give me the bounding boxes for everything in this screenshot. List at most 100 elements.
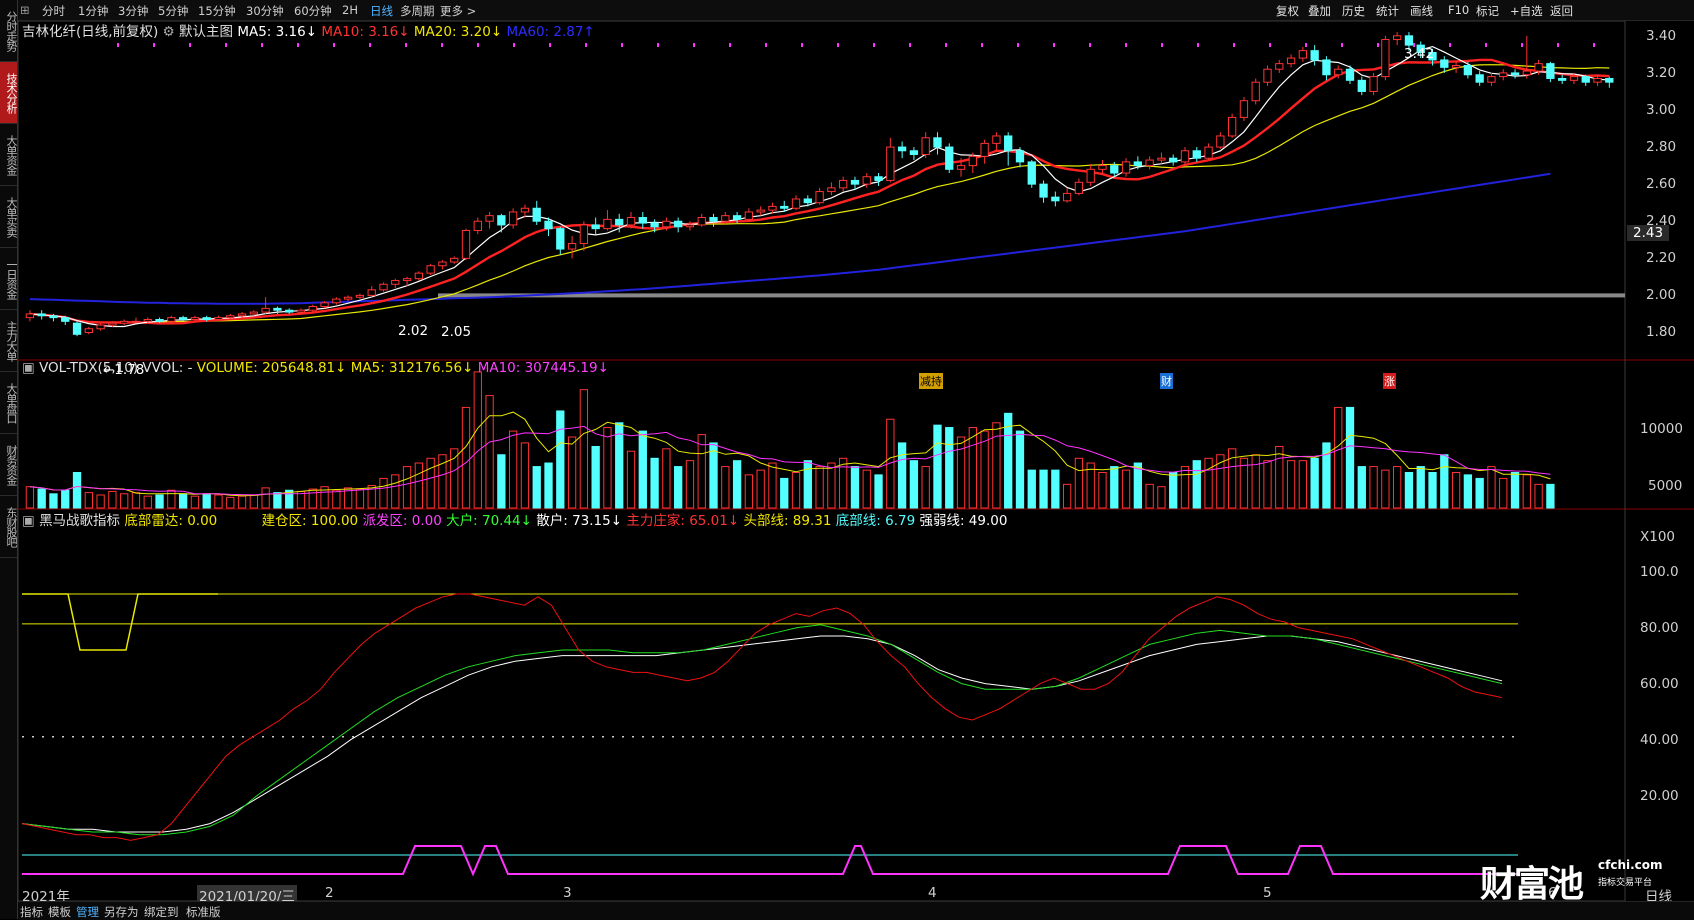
bottom-tab-4[interactable]: 绑定到 bbox=[144, 904, 179, 920]
indicator-settings-icon[interactable]: ▣ bbox=[22, 513, 35, 529]
sidebar-tab-0[interactable]: 分时走势 bbox=[0, 0, 18, 62]
candle-up bbox=[426, 265, 435, 274]
volume-bar bbox=[1263, 460, 1272, 509]
tool-button-5[interactable]: F10 bbox=[1448, 3, 1469, 17]
sidebar-tab-4[interactable]: 一日资金 bbox=[0, 248, 18, 310]
candle-down bbox=[497, 215, 506, 226]
tool-button-2[interactable]: 历史 bbox=[1342, 3, 1365, 19]
volume-bar bbox=[650, 457, 659, 509]
volume-bar bbox=[1286, 460, 1296, 509]
candle-up bbox=[1286, 57, 1296, 65]
bottom-tab-2[interactable]: 管理 bbox=[76, 904, 99, 920]
volume-bar bbox=[1004, 412, 1013, 509]
sidebar-tab-3[interactable]: 大单买卖 bbox=[0, 186, 18, 248]
tool-button-7[interactable]: +自选 bbox=[1510, 3, 1543, 19]
candle-up bbox=[980, 142, 989, 157]
sidebar-tab-8[interactable]: 东财股吧 bbox=[0, 496, 18, 558]
period-tab-3[interactable]: 5分钟 bbox=[158, 3, 188, 19]
volume-bar bbox=[1251, 454, 1260, 509]
watermark-url: cfchi.com bbox=[1598, 858, 1663, 872]
candle-up bbox=[1062, 192, 1072, 202]
sidebar-tab-1[interactable]: 技术分析 bbox=[0, 62, 18, 124]
sidebar-tab-5[interactable]: 主力大单 bbox=[0, 310, 18, 372]
current-price-tag: 2.43 bbox=[1627, 225, 1670, 241]
tool-button-4[interactable]: 画线 bbox=[1410, 3, 1433, 19]
candle-up bbox=[1487, 76, 1496, 83]
volume-bar bbox=[674, 466, 683, 509]
period-tab-7[interactable]: 2H bbox=[342, 3, 358, 17]
volume-bar bbox=[308, 488, 317, 509]
stock-title[interactable]: 吉林化纤(日线,前复权) bbox=[22, 24, 158, 40]
sidebar-tab-2[interactable]: 大单资金 bbox=[0, 124, 18, 186]
tool-button-8[interactable]: 返回 bbox=[1550, 3, 1573, 19]
sidebar-tab-7[interactable]: 财务资金 bbox=[0, 434, 18, 496]
high-price-label: 3.42 bbox=[1404, 46, 1435, 62]
period-tab-5[interactable]: 30分钟 bbox=[246, 3, 284, 19]
ind-big-holder-line bbox=[21, 624, 1503, 836]
collapse-icon[interactable]: ⊞ bbox=[20, 3, 30, 17]
bottom-tab-0[interactable]: 指标 bbox=[20, 904, 43, 920]
ind-main-force: 主力庄家: 65.01↓ bbox=[626, 513, 740, 529]
chart-area[interactable] bbox=[18, 21, 1694, 901]
settings-icon[interactable]: ⚙ bbox=[163, 24, 175, 40]
candle-up bbox=[96, 324, 105, 330]
candle-up bbox=[485, 215, 494, 222]
period-tab-8[interactable]: 日线 bbox=[370, 3, 393, 19]
candle-up bbox=[296, 309, 306, 313]
period-tab-2[interactable]: 3分钟 bbox=[118, 3, 148, 19]
volume-bar bbox=[1310, 457, 1319, 509]
event-marker-rise[interactable]: 涨 bbox=[1383, 373, 1396, 389]
volume-bar bbox=[1487, 466, 1496, 509]
volume-bar bbox=[1027, 469, 1036, 509]
candle-up bbox=[1157, 157, 1166, 161]
volume-bar bbox=[1510, 472, 1520, 509]
price-label-1: 2.02 bbox=[398, 323, 429, 339]
event-marker-reduce[interactable]: 减持 bbox=[919, 373, 943, 389]
volume-bar bbox=[1145, 483, 1154, 509]
ma60-value: MA60: 2.87↑ bbox=[506, 24, 595, 40]
period-tab-9[interactable]: 多周期 bbox=[400, 3, 435, 19]
candle-down bbox=[650, 222, 659, 228]
period-tab-1[interactable]: 1分钟 bbox=[78, 3, 108, 19]
indicator-axis-label: 60.00 bbox=[1640, 676, 1679, 692]
tool-button-1[interactable]: 叠加 bbox=[1308, 3, 1331, 19]
volume-bar bbox=[685, 460, 695, 509]
volume-bar bbox=[1404, 472, 1414, 509]
template-label[interactable]: 默认主图 bbox=[179, 24, 233, 40]
volume-bar bbox=[591, 445, 600, 509]
candle-down bbox=[1581, 76, 1590, 83]
candle-up bbox=[1334, 68, 1343, 76]
volume-bar bbox=[744, 474, 754, 509]
watermark-brand: 财富池 bbox=[1480, 864, 1584, 905]
bottom-tab-3[interactable]: 另存为 bbox=[104, 904, 139, 920]
support-line bbox=[438, 293, 1625, 298]
candle-up bbox=[108, 322, 117, 326]
period-tab-6[interactable]: 60分钟 bbox=[294, 3, 332, 19]
volume-bar bbox=[1133, 462, 1143, 509]
tool-button-3[interactable]: 统计 bbox=[1376, 3, 1399, 19]
candle-down bbox=[1357, 79, 1366, 92]
period-tab-0[interactable]: 分时 bbox=[42, 3, 65, 19]
tool-button-6[interactable]: 标记 bbox=[1476, 3, 1499, 19]
candle-down bbox=[1133, 161, 1143, 167]
bottom-tab-1[interactable]: 模板 bbox=[48, 904, 71, 920]
indicator-name[interactable]: 黑马战歌指标 bbox=[39, 513, 120, 529]
volume-bar bbox=[178, 493, 188, 509]
volume-bar bbox=[497, 454, 506, 509]
event-marker-finance[interactable]: 财 bbox=[1160, 373, 1173, 389]
tool-button-0[interactable]: 复权 bbox=[1276, 3, 1299, 19]
candle-up bbox=[1145, 159, 1154, 167]
price-axis-label: 2.20 bbox=[1646, 250, 1677, 267]
sidebar-tab-6[interactable]: 大单盘口 bbox=[0, 372, 18, 434]
period-tab-4[interactable]: 15分钟 bbox=[198, 3, 236, 19]
volume-bar bbox=[120, 493, 129, 509]
volume-bar bbox=[1157, 486, 1166, 509]
candle-up bbox=[1381, 39, 1390, 78]
volume-bar bbox=[1440, 454, 1449, 509]
candle-down bbox=[1027, 161, 1036, 185]
volume-settings-icon[interactable]: ▣ bbox=[22, 360, 35, 376]
candle-up bbox=[815, 191, 824, 204]
candle-up bbox=[862, 176, 871, 185]
bottom-tab-5[interactable]: 标准版 bbox=[186, 904, 221, 920]
period-tab-10[interactable]: 更多 > bbox=[440, 3, 476, 19]
